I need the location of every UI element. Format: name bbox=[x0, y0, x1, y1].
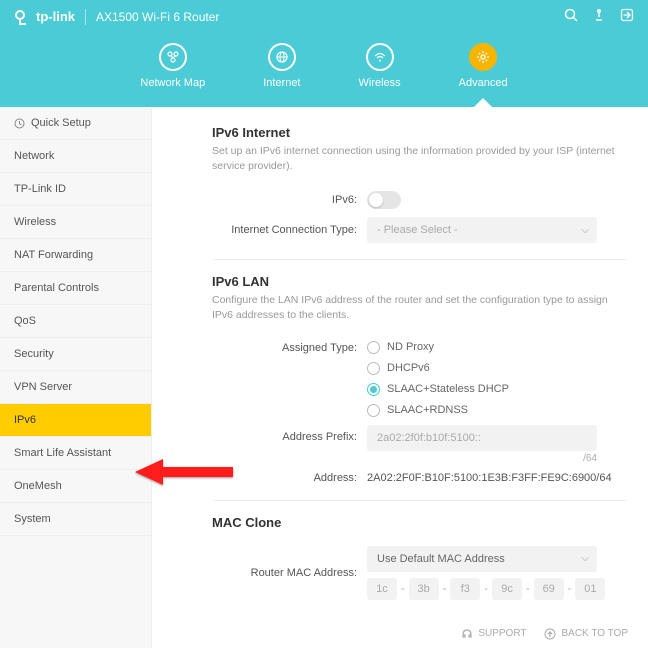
sidebar-item-smartlife[interactable]: Smart Life Assistant bbox=[0, 437, 151, 470]
sidebar-item-nat[interactable]: NAT Forwarding bbox=[0, 239, 151, 272]
gear-icon bbox=[476, 50, 490, 64]
chevron-down-icon: ⌵ bbox=[581, 225, 589, 236]
radio-icon bbox=[367, 404, 380, 417]
ipv6-toggle-label: IPv6: bbox=[212, 194, 367, 206]
assigned-type-label: Assigned Type: bbox=[212, 341, 367, 354]
sidebar-item-network[interactable]: Network bbox=[0, 140, 151, 173]
support-button[interactable]: SUPPORT bbox=[461, 628, 526, 640]
search-icon[interactable] bbox=[564, 8, 578, 25]
divider bbox=[85, 9, 86, 25]
nav-internet-label: Internet bbox=[263, 77, 300, 89]
sidebar-label: Network bbox=[14, 150, 54, 162]
mac-seg[interactable]: 69 bbox=[534, 578, 564, 600]
ipv6-lan-title: IPv6 LAN bbox=[212, 274, 628, 289]
sidebar-label: Quick Setup bbox=[31, 117, 91, 129]
sidebar-label: Parental Controls bbox=[14, 282, 99, 294]
prefix-length: /64 bbox=[367, 453, 597, 464]
main-nav: Network Map Internet Wireless Advanced bbox=[0, 33, 648, 107]
router-mac-select[interactable]: Use Default MAC Address ⌵ bbox=[367, 546, 597, 572]
nav-internet[interactable]: Internet bbox=[263, 43, 300, 89]
globe-icon bbox=[275, 50, 289, 64]
back-to-top-button[interactable]: BACK TO TOP bbox=[544, 628, 628, 640]
radio-icon bbox=[367, 341, 380, 354]
sidebar-label: VPN Server bbox=[14, 381, 72, 393]
ipv6-lan-desc: Configure the LAN IPv6 address of the ro… bbox=[212, 293, 628, 322]
mac-seg[interactable]: 3b bbox=[409, 578, 439, 600]
sidebar-label: OneMesh bbox=[14, 480, 62, 492]
logout-icon[interactable] bbox=[620, 8, 634, 25]
sidebar-item-ipv6[interactable]: IPv6 bbox=[0, 404, 151, 437]
content: IPv6 Internet Set up an IPv6 internet co… bbox=[152, 107, 648, 648]
radio-slaac-rdnss[interactable]: SLAAC+RDNSS bbox=[367, 404, 628, 417]
ipv6-toggle[interactable] bbox=[367, 191, 401, 209]
sidebar-label: Wireless bbox=[14, 216, 56, 228]
sidebar-label: Security bbox=[14, 348, 54, 360]
radio-icon bbox=[367, 362, 380, 375]
sidebar-label: TP-Link ID bbox=[14, 183, 66, 195]
radio-label: ND Proxy bbox=[387, 341, 434, 353]
clock-icon bbox=[14, 118, 25, 129]
brand-logo: tp-link bbox=[14, 9, 75, 25]
radio-slaac-dhcp[interactable]: SLAAC+Stateless DHCP bbox=[367, 383, 628, 396]
nav-wireless[interactable]: Wireless bbox=[359, 43, 401, 89]
radio-icon bbox=[367, 383, 380, 396]
conn-type-value: - Please Select - bbox=[377, 224, 458, 236]
headset-icon bbox=[461, 628, 473, 640]
address-value: 2A02:2F0F:B10F:5100:1E3B:F3FF:FE9C:6900/… bbox=[367, 472, 628, 484]
mac-clone-title: MAC Clone bbox=[212, 515, 628, 530]
sidebar-item-wireless[interactable]: Wireless bbox=[0, 206, 151, 239]
sidebar-item-system[interactable]: System bbox=[0, 503, 151, 536]
nav-advanced[interactable]: Advanced bbox=[459, 43, 508, 89]
address-label: Address: bbox=[212, 472, 367, 484]
sidebar-label: System bbox=[14, 513, 51, 525]
radio-label: SLAAC+Stateless DHCP bbox=[387, 383, 509, 395]
nav-network-map-label: Network Map bbox=[140, 77, 205, 89]
sidebar-label: Smart Life Assistant bbox=[14, 447, 111, 459]
support-label: SUPPORT bbox=[478, 628, 526, 639]
sidebar-item-qos[interactable]: QoS bbox=[0, 305, 151, 338]
mac-seg[interactable]: 1c bbox=[367, 578, 397, 600]
wifi-icon bbox=[373, 50, 387, 64]
nav-wireless-label: Wireless bbox=[359, 77, 401, 89]
topbar: tp-link AX1500 Wi-Fi 6 Router bbox=[0, 0, 648, 33]
network-map-icon bbox=[166, 50, 180, 64]
sidebar-label: NAT Forwarding bbox=[14, 249, 93, 261]
mac-seg[interactable]: f3 bbox=[450, 578, 480, 600]
sidebar-item-quick-setup[interactable]: Quick Setup bbox=[0, 107, 151, 140]
address-prefix-input[interactable]: 2a02:2f0f:b10f:5100:: bbox=[367, 425, 597, 451]
sidebar-item-onemesh[interactable]: OneMesh bbox=[0, 470, 151, 503]
router-mac-value: Use Default MAC Address bbox=[377, 553, 505, 565]
radio-label: DHCPv6 bbox=[387, 362, 430, 374]
sidebar-item-vpn[interactable]: VPN Server bbox=[0, 371, 151, 404]
address-prefix-value: 2a02:2f0f:b10f:5100:: bbox=[377, 432, 481, 444]
router-mac-label: Router MAC Address: bbox=[212, 567, 367, 579]
mac-seg[interactable]: 9c bbox=[492, 578, 522, 600]
tplink-logo-icon bbox=[14, 9, 30, 25]
conn-type-label: Internet Connection Type: bbox=[212, 224, 367, 236]
nav-advanced-label: Advanced bbox=[459, 77, 508, 89]
sidebar-item-tplink-id[interactable]: TP-Link ID bbox=[0, 173, 151, 206]
product-name: AX1500 Wi-Fi 6 Router bbox=[96, 10, 219, 24]
radio-label: SLAAC+RDNSS bbox=[387, 404, 468, 416]
arrow-up-icon bbox=[544, 628, 556, 640]
radio-nd-proxy[interactable]: ND Proxy bbox=[367, 341, 628, 354]
mac-seg[interactable]: 01 bbox=[575, 578, 605, 600]
mac-segments: 1c- 3b- f3- 9c- 69- 01 bbox=[367, 578, 628, 600]
led-icon[interactable] bbox=[592, 8, 606, 25]
sidebar-label: QoS bbox=[14, 315, 36, 327]
radio-dhcpv6[interactable]: DHCPv6 bbox=[367, 362, 628, 375]
brand-text: tp-link bbox=[36, 9, 75, 24]
address-prefix-label: Address Prefix: bbox=[212, 425, 367, 443]
sidebar: Quick Setup Network TP-Link ID Wireless … bbox=[0, 107, 152, 648]
sidebar-label: IPv6 bbox=[14, 414, 36, 426]
back-to-top-label: BACK TO TOP bbox=[561, 628, 628, 639]
ipv6-internet-title: IPv6 Internet bbox=[212, 125, 628, 140]
chevron-down-icon: ⌵ bbox=[581, 553, 589, 564]
conn-type-select[interactable]: - Please Select - ⌵ bbox=[367, 217, 597, 243]
sidebar-item-security[interactable]: Security bbox=[0, 338, 151, 371]
sidebar-item-parental[interactable]: Parental Controls bbox=[0, 272, 151, 305]
ipv6-internet-desc: Set up an IPv6 internet connection using… bbox=[212, 144, 628, 173]
nav-network-map[interactable]: Network Map bbox=[140, 43, 205, 89]
